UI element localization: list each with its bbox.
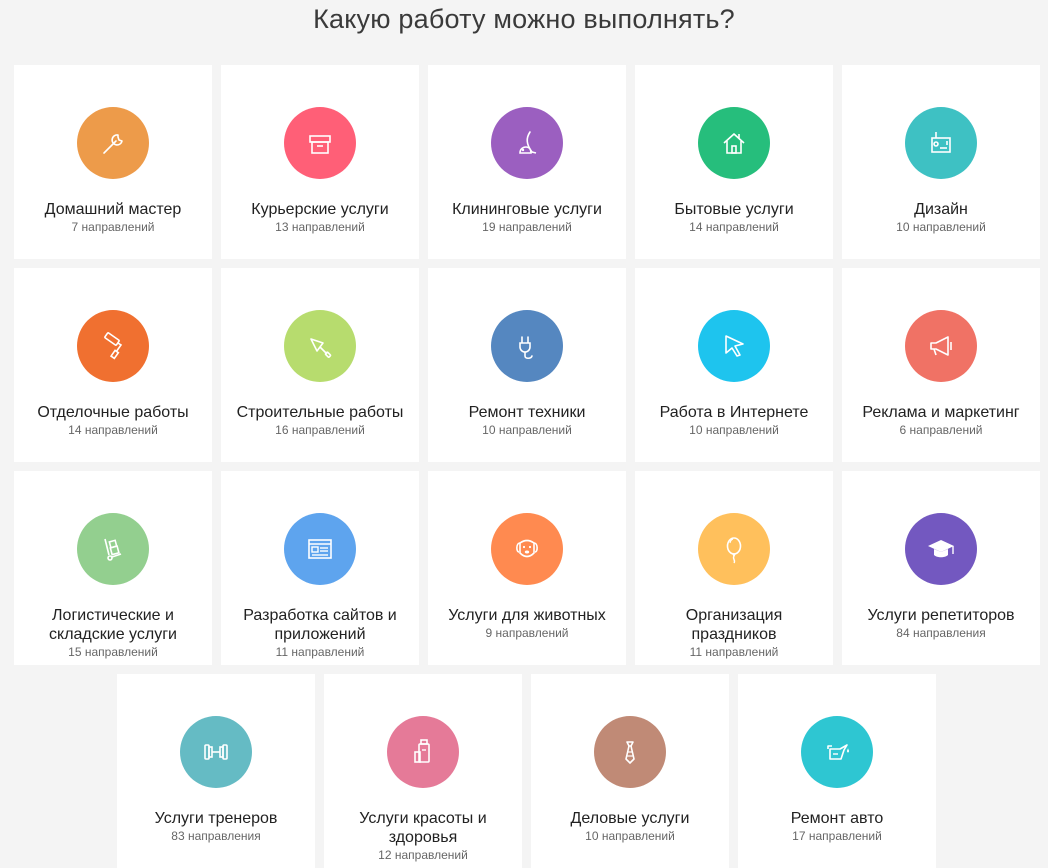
category-card[interactable]: Бытовые услуги 14 направлений	[635, 65, 833, 259]
category-label: Ремонт авто	[790, 810, 884, 827]
category-count: 11 направлений	[689, 645, 779, 659]
category-card[interactable]: Работа в Интернете 10 направлений	[635, 268, 833, 462]
category-label: Работа в Интернете	[659, 404, 809, 421]
category-card[interactable]: Логистические и складские услуги 15 напра…	[14, 471, 212, 665]
category-card[interactable]: Организация праздников 11 направлений	[635, 471, 833, 665]
category-count: 84 направления	[896, 626, 986, 640]
plug-icon	[491, 310, 563, 382]
category-label: Услуги репетиторов	[867, 607, 1015, 624]
category-label: Ремонт техники	[468, 404, 586, 421]
category-label: Услуги красоты и здоровья	[359, 810, 487, 846]
megaphone-icon	[905, 310, 977, 382]
category-count: 6 направлений	[899, 423, 983, 437]
cursor-icon	[698, 310, 770, 382]
browser-window-icon	[284, 513, 356, 585]
category-count: 10 направлений	[896, 220, 986, 234]
category-label: Строительные работы	[236, 404, 404, 421]
category-card[interactable]: Курьерские услуги 13 направлений	[221, 65, 419, 259]
design-tablet-icon	[905, 107, 977, 179]
category-card[interactable]: Услуги для животных 9 направлений	[428, 471, 626, 665]
wrench-icon	[77, 107, 149, 179]
category-card[interactable]: Разработка сайтов и приложений 11 направл…	[221, 471, 419, 665]
category-count: 10 направлений	[482, 423, 572, 437]
category-count: 14 направлений	[68, 423, 158, 437]
category-card[interactable]: Клининговые услуги 19 направлений	[428, 65, 626, 259]
category-card[interactable]: Ремонт авто 17 направлений	[738, 674, 936, 868]
category-card[interactable]: Услуги тренеров 83 направления	[117, 674, 315, 868]
category-count: 11 направлений	[275, 645, 365, 659]
category-label: Разработка сайтов и приложений	[243, 607, 397, 643]
category-label: Домашний мастер	[44, 201, 182, 218]
box-icon	[284, 107, 356, 179]
category-count: 15 направлений	[68, 645, 158, 659]
category-card[interactable]: Деловые услуги 10 направлений	[531, 674, 729, 868]
balloon-icon	[698, 513, 770, 585]
category-card[interactable]: Ремонт техники 10 направлений	[428, 268, 626, 462]
category-card[interactable]: Услуги красоты и здоровья 12 направлений	[324, 674, 522, 868]
category-label: Организация праздников	[685, 607, 783, 643]
dumbbell-icon	[180, 716, 252, 788]
category-label: Услуги для животных	[448, 607, 606, 624]
category-label: Услуги тренеров	[154, 810, 278, 827]
trowel-icon	[284, 310, 356, 382]
oil-can-icon	[801, 716, 873, 788]
category-count: 7 направлений	[71, 220, 155, 234]
graduation-cap-icon	[905, 513, 977, 585]
category-card[interactable]: Домашний мастер 7 направлений	[14, 65, 212, 259]
categories-grid: Домашний мастер 7 направлений Курьерские у…	[14, 65, 1040, 665]
category-card[interactable]: Дизайн 10 направлений	[842, 65, 1040, 259]
category-count: 13 направлений	[275, 220, 365, 234]
category-count: 19 направлений	[482, 220, 572, 234]
category-count: 83 направления	[171, 829, 261, 843]
paint-roller-icon	[77, 310, 149, 382]
cosmetics-bottle-icon	[387, 716, 459, 788]
category-label: Реклама и маркетинг	[862, 404, 1020, 421]
category-count: 17 направлений	[792, 829, 882, 843]
category-label: Деловые услуги	[570, 810, 690, 827]
category-count: 16 направлений	[275, 423, 365, 437]
category-count: 14 направлений	[689, 220, 779, 234]
category-count: 9 направлений	[485, 626, 569, 640]
category-label: Бытовые услуги	[674, 201, 794, 218]
house-icon	[698, 107, 770, 179]
category-card[interactable]: Услуги репетиторов 84 направления	[842, 471, 1040, 665]
categories-grid-last-row: Услуги тренеров 83 направления Услуги крас…	[117, 674, 936, 868]
category-count: 10 направлений	[585, 829, 675, 843]
category-label: Логистические и складские услуги	[49, 607, 177, 643]
tie-icon	[594, 716, 666, 788]
vacuum-icon	[491, 107, 563, 179]
dog-icon	[491, 513, 563, 585]
category-card[interactable]: Отделочные работы 14 направлений	[14, 268, 212, 462]
category-count: 12 направлений	[378, 848, 468, 862]
category-label: Курьерские услуги	[251, 201, 389, 218]
page-title: Какую работу можно выполнять?	[313, 4, 735, 34]
category-label: Дизайн	[914, 201, 968, 218]
category-label: Клининговые услуги	[452, 201, 602, 218]
category-card[interactable]: Строительные работы 16 направлений	[221, 268, 419, 462]
hand-truck-icon	[77, 513, 149, 585]
category-label: Отделочные работы	[37, 404, 189, 421]
category-card[interactable]: Реклама и маркетинг 6 направлений	[842, 268, 1040, 462]
category-count: 10 направлений	[689, 423, 779, 437]
